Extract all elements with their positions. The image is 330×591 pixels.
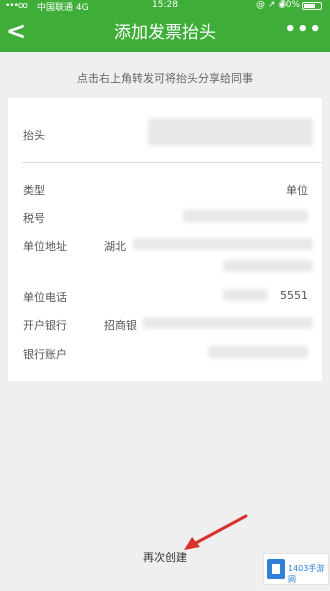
arrow-shaft <box>192 514 248 546</box>
tax-number-label: 税号 <box>23 212 45 225</box>
tax-number-field[interactable] <box>183 210 308 222</box>
status-bar: •••oo 中国联通 4G 15:28 @ ↗ ◉ 70% <box>0 0 330 13</box>
bank-blur <box>143 317 313 329</box>
phone-blur <box>223 289 268 301</box>
battery-fill <box>304 4 316 8</box>
address-blur <box>223 260 313 272</box>
divider <box>22 162 322 163</box>
bank-label: 开户银行 <box>23 319 67 332</box>
site-watermark: 1403手游网 <box>263 553 329 585</box>
page-title: 添加发票抬头 <box>114 23 216 43</box>
watermark-text: 1403手游网 <box>288 564 325 584</box>
phone-label: 单位电话 <box>23 291 67 304</box>
battery-icon <box>302 2 322 10</box>
bank-value[interactable]: 招商银 <box>104 317 137 333</box>
header-label: 抬头 <box>23 129 45 142</box>
address-value[interactable]: 湖北 <box>104 238 126 254</box>
header-value-field[interactable] <box>148 118 313 146</box>
share-hint: 点击右上角转发可将抬头分享给同事 <box>77 72 253 85</box>
battery-percent: 70% <box>280 0 301 10</box>
phone-value[interactable]: 5551 <box>280 289 308 302</box>
address-blur <box>133 238 313 250</box>
address-label: 单位地址 <box>23 240 67 253</box>
watermark-logo-icon <box>267 559 285 579</box>
account-label: 银行账户 <box>23 348 67 361</box>
nav-bar: < 添加发票抬头 ••• <box>0 12 330 52</box>
type-value[interactable]: 单位 <box>286 182 308 198</box>
type-label: 类型 <box>23 184 45 197</box>
account-number-field[interactable] <box>208 346 308 358</box>
more-icon[interactable]: ••• <box>284 21 322 39</box>
invoice-form-card: 抬头 类型 单位 税号 单位地址 湖北 单位电话 5551 开户银行 招商银 银… <box>8 98 322 381</box>
red-arrow-icon <box>184 514 248 550</box>
